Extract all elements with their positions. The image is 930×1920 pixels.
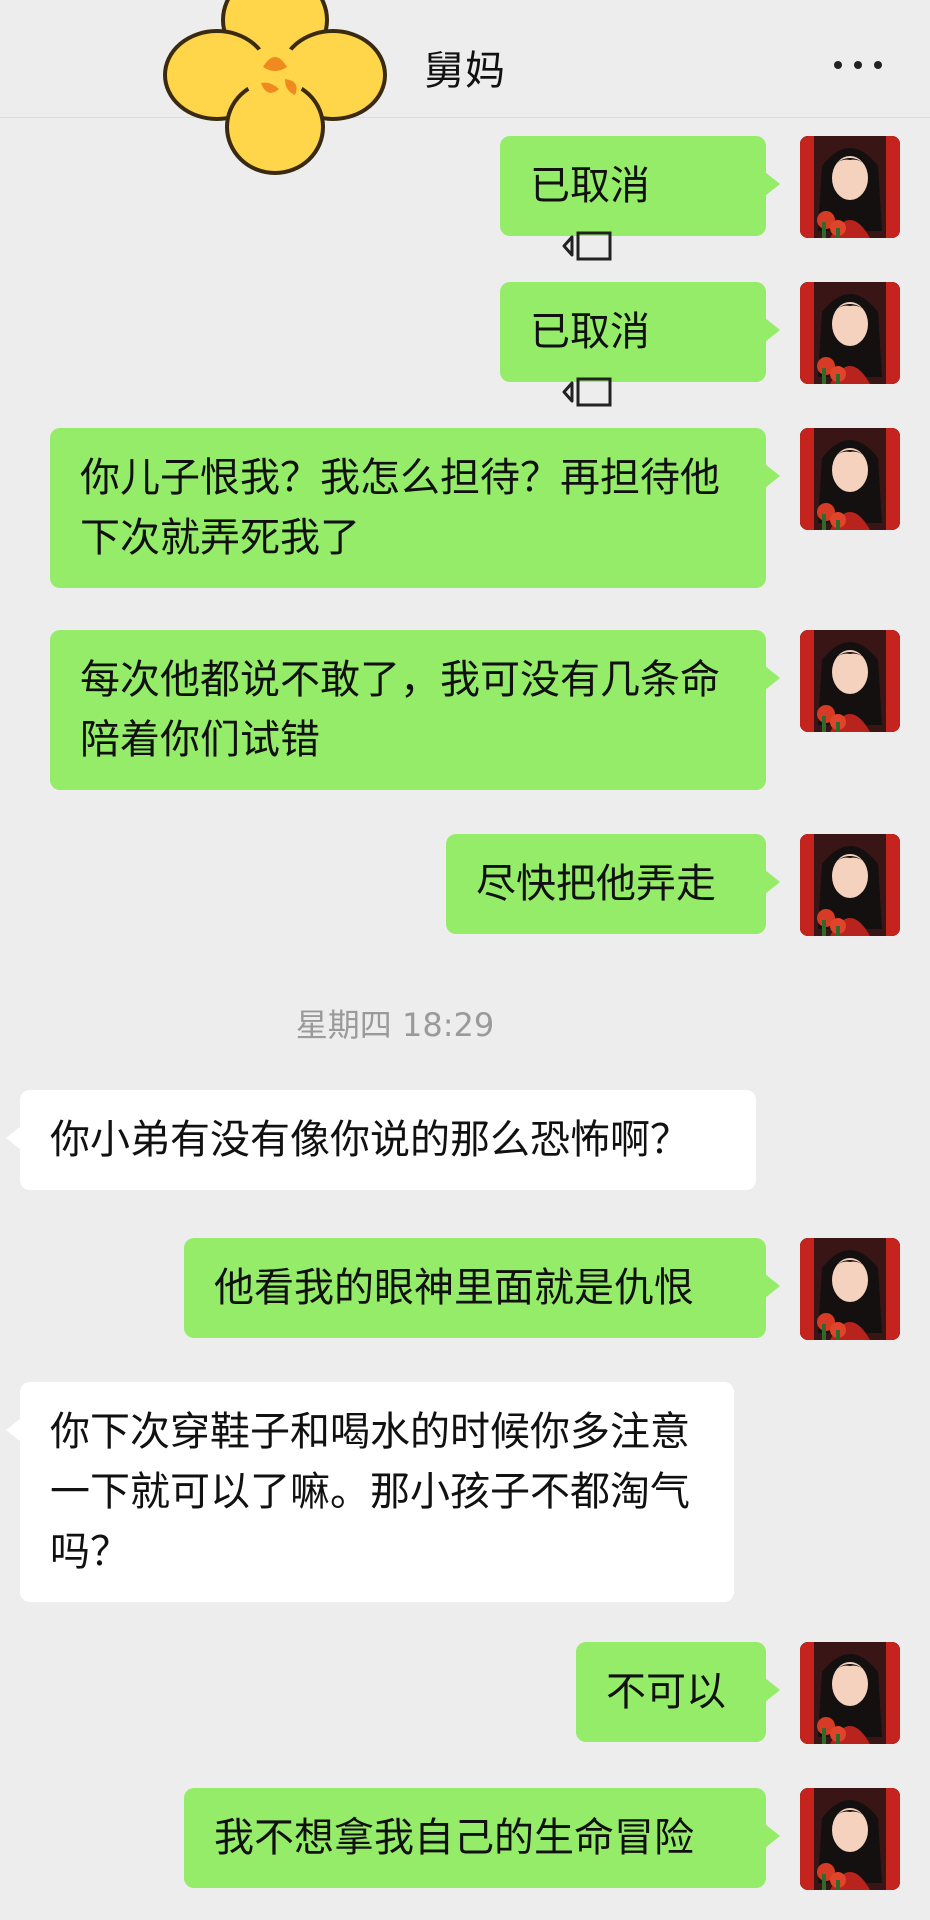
- message-text: 他看我的眼神里面就是仇恨: [214, 1265, 694, 1311]
- flower-sticker-icon: [163, 0, 387, 175]
- message-text: 已取消: [530, 309, 650, 355]
- avatar[interactable]: [800, 136, 900, 238]
- more-dots-icon[interactable]: [834, 60, 882, 70]
- voice-call-icon: [562, 231, 612, 261]
- message-bubble-self[interactable]: 不可以: [576, 1642, 780, 1742]
- avatar[interactable]: [800, 1788, 900, 1890]
- message-bubble-self[interactable]: 已取消: [500, 282, 780, 407]
- avatar[interactable]: [800, 1238, 900, 1340]
- message-bubble-other[interactable]: 你下次穿鞋子和喝水的时候你多注意一下就可以了嘛。那小孩子不都淘气吗？: [6, 1382, 734, 1602]
- avatar[interactable]: [800, 428, 900, 530]
- message-bubble-self[interactable]: 你儿子恨我？我怎么担待？再担待他下次就弄死我了: [50, 428, 780, 588]
- message-bubble-other[interactable]: 你小弟有没有像你说的那么恐怖啊？: [6, 1090, 756, 1190]
- message-text: 我不想拿我自己的生命冒险: [214, 1815, 694, 1861]
- avatar[interactable]: [800, 282, 900, 384]
- message-text: 你小弟有没有像你说的那么恐怖啊？: [50, 1117, 690, 1163]
- message-text: 你下次穿鞋子和喝水的时候你多注意一下就可以了嘛。那小孩子不都淘气吗？: [50, 1409, 690, 1575]
- message-text: 每次他都说不敢了，我可没有几条命陪着你们试错: [80, 657, 720, 763]
- avatar[interactable]: [800, 834, 900, 936]
- message-bubble-self[interactable]: 他看我的眼神里面就是仇恨: [184, 1238, 780, 1338]
- message-bubble-self[interactable]: 尽快把他弄走: [446, 834, 780, 934]
- message-bubble-self[interactable]: 已取消: [500, 136, 780, 261]
- message-text: 尽快把他弄走: [476, 861, 716, 907]
- message-text: 你儿子恨我？我怎么担待？再担待他下次就弄死我了: [80, 455, 720, 561]
- chat-screen: 舅妈 已取消 已取消 你儿子恨我？我怎么担待？再担待他下次就弄死我了 每次他都说…: [0, 0, 930, 1920]
- message-text: 不可以: [606, 1669, 726, 1715]
- timestamp: 星期四 18:29: [295, 1006, 495, 1044]
- message-text: 已取消: [530, 163, 650, 209]
- avatar[interactable]: [800, 630, 900, 732]
- avatar[interactable]: [800, 1642, 900, 1744]
- message-bubble-self[interactable]: 每次他都说不敢了，我可没有几条命陪着你们试错: [50, 630, 780, 790]
- voice-call-icon: [562, 377, 612, 407]
- message-bubble-self[interactable]: 我不想拿我自己的生命冒险: [184, 1788, 780, 1888]
